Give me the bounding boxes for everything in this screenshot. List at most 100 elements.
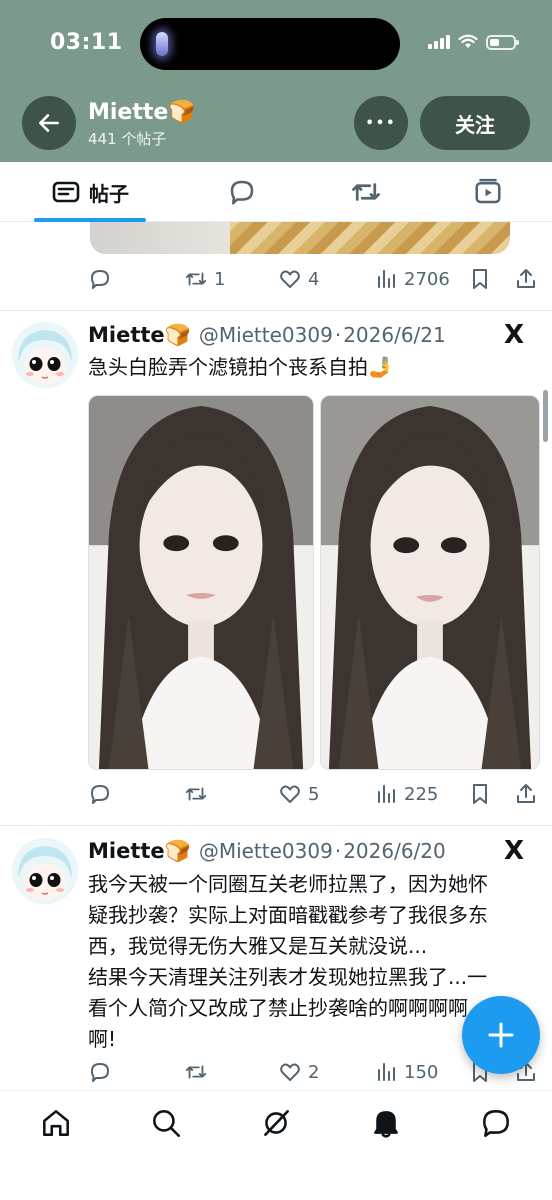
author-name[interactable]: Miette🍞: [88, 323, 191, 348]
reply-button[interactable]: [88, 782, 118, 806]
view-count: 225: [404, 783, 439, 805]
view-count: 2706: [404, 268, 450, 290]
views-button[interactable]: 150: [374, 1060, 438, 1084]
reply-icon: [91, 785, 109, 804]
previous-post-image[interactable]: [90, 222, 510, 254]
system-icons: [428, 34, 519, 50]
dynamic-island: [140, 18, 400, 70]
posts-icon: [52, 181, 80, 203]
scrollbar[interactable]: [543, 390, 548, 442]
post-date[interactable]: 2026/6/20: [343, 839, 446, 863]
nav-home[interactable]: [36, 1103, 76, 1143]
repost-icon: [185, 1065, 207, 1079]
tab-media[interactable]: [468, 162, 508, 222]
post-text: 急头白脸弄个滤镜拍个丧系自拍🤳: [88, 355, 393, 379]
share-icon: [517, 269, 535, 288]
divider: [0, 310, 552, 311]
post-text-line: 我今天被一个同圈互关老师拉黑了，因为她怀: [88, 872, 488, 896]
views-button[interactable]: 225: [374, 782, 438, 806]
more-options-button[interactable]: •••: [354, 96, 408, 150]
nav-grok[interactable]: [256, 1103, 296, 1143]
reply-icon: [91, 1063, 109, 1082]
clock: 03:11: [50, 30, 123, 55]
tab-replies[interactable]: [222, 162, 262, 222]
back-button[interactable]: [22, 96, 76, 150]
wifi-icon: [458, 34, 478, 48]
like-button[interactable]: 2: [278, 1060, 319, 1084]
avatar[interactable]: [12, 838, 78, 904]
nav-notifications[interactable]: [366, 1103, 406, 1143]
view-count: 150: [404, 1061, 439, 1083]
repost-icon: [352, 183, 380, 201]
avatar-image: [12, 838, 78, 904]
timeline[interactable]: 1 4 2706 Miette🍞 @Miette0309 · 2026/6/21…: [0, 222, 552, 1090]
bottom-navigation: [0, 1090, 552, 1200]
avatar[interactable]: [12, 322, 78, 388]
like-count: 5: [308, 783, 320, 805]
reply-button[interactable]: [88, 267, 118, 291]
compose-post-button[interactable]: [462, 996, 540, 1074]
repost-button[interactable]: 1: [184, 267, 225, 291]
like-button[interactable]: 4: [278, 267, 319, 291]
repost-icon: [185, 787, 207, 801]
repost-button[interactable]: [184, 782, 214, 806]
selfie-photo: [89, 396, 313, 769]
post-image[interactable]: [320, 395, 540, 770]
heart-icon: [280, 1063, 300, 1081]
post-text-line: 西，我觉得无伤大雅又是互关就没说...: [88, 934, 428, 958]
media-icon: [475, 178, 501, 204]
author-handle[interactable]: @Miette0309: [199, 839, 333, 863]
post-header: Miette🍞 @Miette0309 · 2026/6/21 X: [88, 320, 538, 350]
share-button[interactable]: [514, 782, 538, 806]
author-name[interactable]: Miette🍞: [88, 839, 191, 864]
battery-icon: [486, 34, 519, 50]
analytics-icon: [378, 270, 395, 288]
repost-icon: [185, 272, 207, 286]
separator-dot: ·: [334, 839, 342, 863]
selfie-photo: [321, 396, 539, 769]
repost-count: 1: [214, 268, 226, 290]
bookmark-icon: [473, 784, 487, 804]
post-header: Miette🍞 @Miette0309 · 2026/6/20 X: [88, 836, 538, 866]
follow-button[interactable]: 关注: [420, 96, 530, 150]
notifications-icon: [374, 1111, 398, 1138]
grok-icon: [264, 1110, 289, 1136]
bookmark-button[interactable]: [468, 782, 492, 806]
separator-dot: ·: [334, 323, 342, 347]
bookmark-icon: [473, 269, 487, 289]
bookmark-button[interactable]: [468, 267, 492, 291]
analytics-icon: [378, 1063, 395, 1081]
profile-tabs: 帖子: [0, 162, 552, 222]
views-button[interactable]: 2706: [374, 267, 450, 291]
analytics-icon: [378, 785, 395, 803]
like-button[interactable]: 5: [278, 782, 319, 806]
repost-button[interactable]: [184, 1060, 214, 1084]
status-bar: 03:11: [0, 0, 552, 88]
like-count: 2: [308, 1061, 320, 1083]
replies-icon: [230, 180, 254, 205]
divider: [0, 825, 552, 826]
post-text-line: 疑我抄袭？实际上对面暗戳戳参考了我很多东: [88, 903, 488, 927]
reply-button[interactable]: [88, 1060, 118, 1084]
like-count: 4: [308, 268, 320, 290]
post-date[interactable]: 2026/6/21: [343, 323, 446, 347]
search-icon: [153, 1110, 181, 1138]
author-handle[interactable]: @Miette0309: [199, 323, 333, 347]
post-actions: 1 4 2706: [88, 264, 538, 294]
profile-name: Miette🍞: [88, 100, 196, 125]
post-text-line: 结果今天清理关注列表才发现她拉黑我了...一: [88, 965, 488, 989]
profile-header: 03:11 Miette🍞 441 个帖子 ••• 关注: [0, 0, 552, 162]
more-icon: •••: [365, 115, 397, 131]
tab-reposts[interactable]: [346, 162, 386, 222]
nav-search[interactable]: [146, 1103, 186, 1143]
post-count: 441 个帖子: [88, 130, 167, 148]
home-icon: [43, 1110, 69, 1136]
nav-messages[interactable]: [476, 1103, 516, 1143]
reply-icon: [91, 270, 109, 289]
x-logo-icon: X: [503, 320, 524, 350]
x-logo-icon: X: [503, 836, 524, 866]
post-image[interactable]: [88, 395, 314, 770]
share-button[interactable]: [514, 267, 538, 291]
tab-posts[interactable]: 帖子: [34, 162, 146, 222]
arrow-left-icon: [39, 114, 59, 132]
